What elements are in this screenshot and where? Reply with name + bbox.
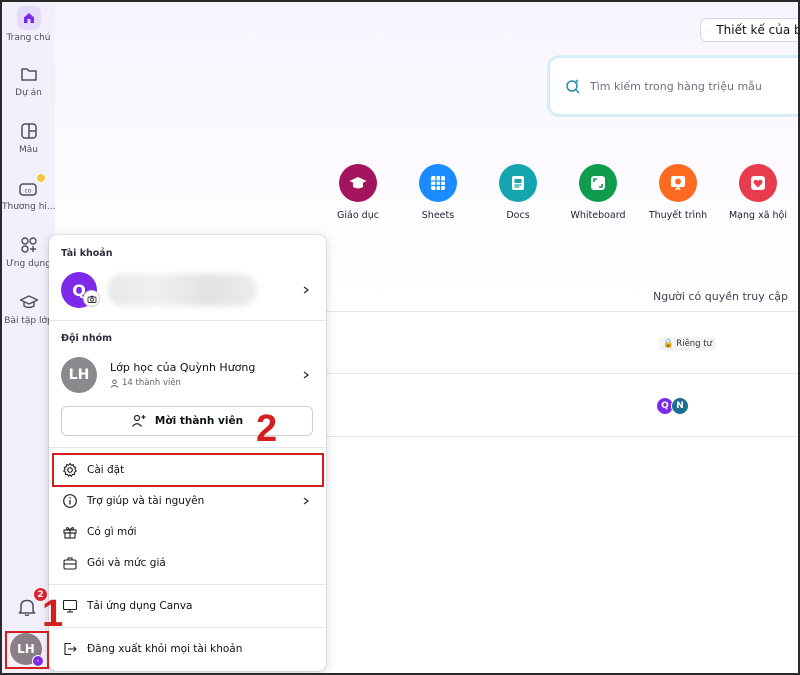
sidebar-item-label: Bài tập lớp	[4, 316, 53, 326]
help-resources-item[interactable]: Trợ giúp và tài nguyên	[49, 486, 326, 516]
gear-icon	[63, 462, 77, 477]
apps-icon	[20, 237, 37, 253]
category-label: Sheets	[421, 210, 455, 221]
logout-icon	[64, 642, 77, 656]
sidebar-item-label: Trang chủ	[6, 33, 51, 43]
download-app-label: Tải ứng dụng Canva	[87, 600, 193, 612]
sidebar-item-projects[interactable]: Dự án	[2, 64, 55, 98]
table-icon	[419, 164, 457, 202]
menu-divider	[49, 584, 326, 585]
menu-divider	[49, 627, 326, 628]
crown-icon	[36, 173, 46, 183]
access-column-header: Người có quyền truy cập	[653, 290, 789, 303]
category-label: Thuyết trình	[648, 210, 708, 221]
team-name: Lớp học của Quỳnh Hương	[110, 361, 256, 374]
chevron-right-icon	[303, 286, 310, 294]
folder-icon	[20, 68, 37, 81]
avatar: N	[671, 397, 689, 415]
folder-icon	[709, 29, 711, 31]
account-row[interactable]: Q	[49, 265, 326, 317]
gift-icon	[63, 527, 77, 539]
briefcase-icon	[63, 557, 77, 570]
help-resources-label: Trợ giúp và tài nguyên	[87, 495, 205, 507]
member-count-label: 14 thành viên	[122, 378, 181, 388]
table-divider	[320, 436, 798, 437]
download-app-item[interactable]: Tải ứng dụng Canva	[49, 591, 326, 621]
heart-icon	[739, 164, 777, 202]
chevron-right-icon	[303, 497, 310, 505]
sidebar: Trang chủ Dự án Mẫu co Thương hi... Ứng …	[2, 2, 55, 673]
settings-label: Cài đặt	[87, 464, 125, 476]
graduation-cap-icon	[339, 164, 377, 202]
camera-icon[interactable]	[83, 290, 100, 307]
category-presentation[interactable]: Thuyết trình	[638, 164, 718, 221]
team-avatar: LH	[61, 357, 97, 393]
category-docs[interactable]: Docs	[478, 164, 558, 221]
table-divider	[320, 311, 798, 312]
sidebar-item-apps[interactable]: Ứng dụng	[2, 235, 55, 269]
account-menu: Tài khoản Q Đội nhóm LH Lớp học của Quỳn…	[49, 235, 326, 671]
private-badge: 🔒 Riêng tư	[659, 337, 716, 351]
step-number-2: 2	[256, 408, 278, 450]
whats-new-label: Có gì mới	[87, 526, 137, 538]
category-label: Docs	[506, 210, 530, 221]
home-icon	[16, 6, 41, 30]
menu-divider	[49, 447, 326, 448]
team-row[interactable]: LH Lớp học của Quỳnh Hương 14 thành viên	[49, 350, 326, 400]
search-input[interactable]	[590, 79, 800, 93]
sidebar-item-label: Dự án	[15, 88, 42, 98]
category-label: Whiteboard	[570, 210, 626, 221]
account-section-label: Tài khoản	[61, 248, 113, 259]
category-sheets[interactable]: Sheets	[398, 164, 478, 221]
sidebar-item-brand[interactable]: co Thương hi...	[2, 173, 55, 212]
team-member-count: 14 thành viên	[110, 378, 181, 388]
plans-pricing-label: Gói và mức giá	[87, 557, 166, 569]
sidebar-item-templates[interactable]: Mẫu	[2, 121, 55, 155]
brand-icon: co	[19, 183, 37, 196]
invite-members-label: Mời thành viên	[154, 415, 244, 427]
category-label: Mạng xã hội	[728, 210, 788, 221]
sign-out-label: Đăng xuất khỏi mọi tài khoản	[87, 643, 243, 655]
doc-icon	[499, 164, 537, 202]
table-divider	[320, 373, 798, 374]
private-label: Riêng tư	[676, 339, 712, 349]
sidebar-item-classwork[interactable]: Bài tập lớp	[2, 292, 55, 326]
step-number-1: 1	[42, 593, 64, 635]
whats-new-item[interactable]: Có gì mới	[49, 517, 326, 547]
menu-divider	[49, 320, 326, 321]
account-switch-icon: ◦	[32, 655, 44, 667]
sidebar-item-home[interactable]: Trang chủ	[2, 6, 55, 43]
category-label: Giáo dục	[337, 210, 379, 221]
whiteboard-icon	[579, 164, 617, 202]
user-avatar-button[interactable]: LH ◦	[10, 633, 44, 667]
person-icon	[110, 379, 119, 388]
settings-item[interactable]: Cài đặt	[49, 455, 326, 485]
account-name-redacted	[107, 274, 257, 306]
template-icon	[20, 123, 37, 139]
your-designs-label: Thiết kế của bạ	[716, 23, 800, 37]
info-icon	[63, 494, 77, 508]
magic-search-icon	[566, 79, 580, 94]
team-section-label: Đội nhóm	[61, 333, 113, 344]
monitor-icon	[62, 599, 78, 613]
avatar-initials: LH	[17, 642, 35, 656]
add-people-icon	[131, 414, 146, 427]
category-social-media[interactable]: Mạng xã hội	[718, 164, 798, 221]
sidebar-item-label: Ứng dụng	[6, 259, 51, 269]
sign-out-item[interactable]: Đăng xuất khỏi mọi tài khoản	[49, 634, 326, 664]
plans-pricing-item[interactable]: Gói và mức giá	[49, 548, 326, 578]
your-designs-button[interactable]: Thiết kế của bạ	[700, 18, 800, 42]
svg-text:co: co	[25, 188, 32, 195]
sidebar-item-label: Mẫu	[19, 145, 38, 155]
chevron-right-icon	[303, 371, 310, 379]
search-bar[interactable]	[549, 57, 800, 115]
category-education[interactable]: Giáo dục	[318, 164, 398, 221]
category-whiteboard[interactable]: Whiteboard	[558, 164, 638, 221]
presentation-icon	[659, 164, 697, 202]
graduation-cap-icon	[19, 295, 38, 309]
sidebar-item-label: Thương hi...	[2, 202, 55, 212]
